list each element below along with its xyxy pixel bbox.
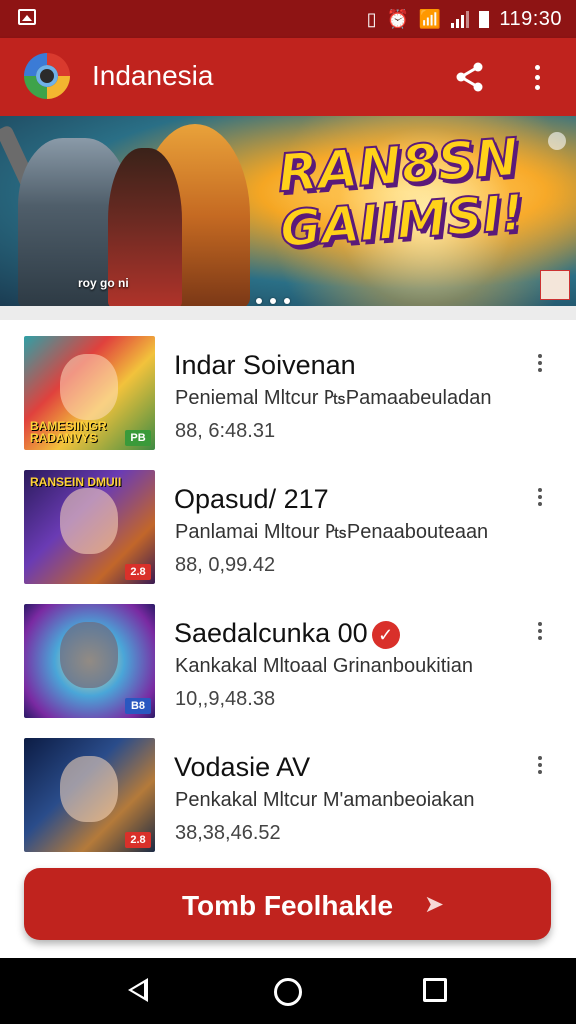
item-menu-icon[interactable] xyxy=(530,618,550,644)
thumbnail-text: RANSEIN DMUII xyxy=(30,475,122,489)
thumbnail-badge: 2.8 xyxy=(125,832,151,848)
app-logo xyxy=(24,53,70,99)
item-menu-icon[interactable] xyxy=(530,752,550,778)
game-thumbnail[interactable]: RANSEIN DMUII 2.8 xyxy=(24,470,155,584)
primary-action-label: Tomb Feolhakle xyxy=(181,890,394,921)
item-menu-icon[interactable] xyxy=(530,484,550,510)
age-rating-badge xyxy=(540,270,570,300)
promo-banner[interactable]: roy go ni RAN8SN GAIIMSI! xyxy=(0,116,576,306)
status-bar: ▯ ⏰ 📶 119:30 xyxy=(0,0,576,38)
game-thumbnail[interactable]: 2.8 xyxy=(24,738,155,852)
battery-icon xyxy=(479,10,490,28)
item-title[interactable]: Indar Soivenan xyxy=(174,350,356,381)
carousel-indicator[interactable] xyxy=(256,298,290,304)
item-number: 88, 6:48.31 xyxy=(175,420,276,442)
more-vert-icon[interactable] xyxy=(524,60,550,94)
item-number: 38,38,46.52 xyxy=(175,822,281,844)
share-icon[interactable] xyxy=(452,59,488,95)
list-item[interactable]: B8 Saedalcunka 00 ✓ Kankakal Mltoaal Grin… xyxy=(0,588,576,722)
item-description: Kankakal Mltoaal Grinanboukitian xyxy=(175,655,473,677)
vibrate-icon: ▯ xyxy=(366,9,377,29)
item-title[interactable]: Saedalcunka 00 ✓ xyxy=(174,618,400,649)
gallery-icon xyxy=(18,9,36,25)
item-menu-icon[interactable] xyxy=(530,350,550,376)
item-number: 88, 0,99.42 xyxy=(175,554,276,576)
item-number: 10,,9,48.38 xyxy=(175,688,276,710)
list-item[interactable]: 2.8 Vodasie AV Penkakal Mltcur M'amanbeo… xyxy=(0,722,576,856)
alarm-icon: ⏰ xyxy=(386,9,409,29)
item-description: Peniemal Mltcur ₧Pamaabeuladan xyxy=(175,387,492,409)
back-icon[interactable] xyxy=(128,978,148,1002)
list-item[interactable]: BAMESIINGR RADANVYS PB Indar Soivenan Pe… xyxy=(0,320,576,454)
item-title[interactable]: Opasud/ 217 xyxy=(174,484,329,515)
system-nav-bar xyxy=(0,958,576,1024)
character-art xyxy=(60,756,118,822)
banner-title: RAN8SN GAIIMSI! xyxy=(247,127,554,260)
item-title-text: Saedalcunka 00 xyxy=(174,618,368,648)
status-icons: ▯ ⏰ 📶 119:30 xyxy=(367,6,562,32)
character-art xyxy=(60,622,118,688)
character-art xyxy=(60,488,118,554)
thumbnail-badge: 2.8 xyxy=(125,564,151,580)
verified-icon: ✓ xyxy=(371,620,400,649)
thumbnail-badge: PB xyxy=(125,430,151,446)
app-title: Indanesia xyxy=(92,60,214,91)
signal-icon xyxy=(451,10,470,28)
game-thumbnail[interactable]: B8 xyxy=(24,604,155,718)
character-art xyxy=(60,354,118,420)
wifi-icon: 📶 xyxy=(418,9,442,29)
arrow-right-icon: ➤ xyxy=(424,891,445,918)
item-description: Penkakal Mltcur M'amanbeoiakan xyxy=(175,789,475,811)
item-description: Panlamai Mltour ₧Penaabouteaan xyxy=(175,521,489,543)
item-title[interactable]: Vodasie AV xyxy=(174,752,310,783)
status-time: 119:30 xyxy=(499,7,562,30)
banner-info-icon[interactable] xyxy=(548,132,566,150)
banner-caption: roy go ni xyxy=(78,276,129,290)
recent-apps-icon[interactable] xyxy=(423,978,447,1002)
home-icon[interactable] xyxy=(274,978,302,1006)
list-item[interactable]: RANSEIN DMUII 2.8 Opasud/ 217 Panlamai M… xyxy=(0,454,576,588)
section-divider xyxy=(0,306,576,320)
app-bar: Indanesia xyxy=(0,38,576,116)
primary-action-button[interactable]: Tomb Feolhakle ➤ xyxy=(24,868,551,940)
thumbnail-badge: B8 xyxy=(125,698,151,714)
game-thumbnail[interactable]: BAMESIINGR RADANVYS PB xyxy=(24,336,155,450)
